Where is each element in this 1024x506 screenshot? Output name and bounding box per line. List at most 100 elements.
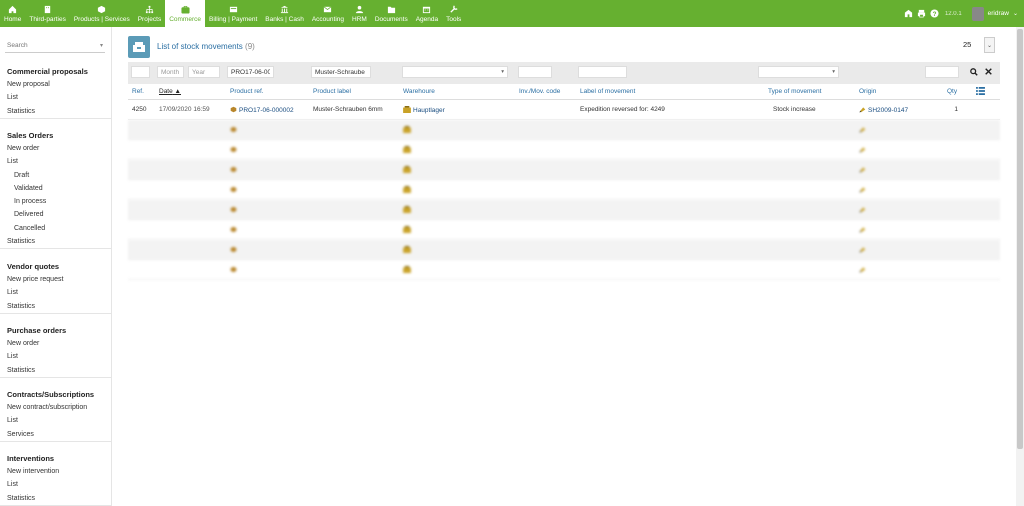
print-icon[interactable] bbox=[917, 9, 926, 18]
cell-warehouse[interactable] bbox=[403, 226, 413, 234]
menu-banks-cash[interactable]: Banks | Cash bbox=[261, 0, 308, 27]
menu-products-services[interactable]: Products | Services bbox=[70, 0, 134, 27]
sidebar-section-title[interactable]: Sales Orders bbox=[0, 129, 111, 142]
col-warehouse[interactable]: Warehoure bbox=[403, 88, 435, 95]
cell-product-ref[interactable] bbox=[230, 166, 239, 174]
filter-year[interactable] bbox=[188, 66, 220, 78]
company-icon[interactable] bbox=[904, 9, 913, 18]
menu-home[interactable]: Home bbox=[0, 0, 25, 27]
cell-origin[interactable] bbox=[859, 126, 868, 134]
col-date[interactable]: Date ▲ bbox=[159, 88, 181, 95]
cell-product-ref[interactable] bbox=[230, 226, 239, 234]
col-qty[interactable]: Qty bbox=[947, 88, 957, 95]
cell-product-ref[interactable]: PRO17-06-000002 bbox=[230, 106, 294, 114]
per-page-dropdown[interactable]: ⌄ bbox=[984, 37, 995, 53]
cell-warehouse[interactable] bbox=[403, 166, 413, 174]
cell-product-ref[interactable] bbox=[230, 146, 239, 154]
sidebar-item[interactable]: List bbox=[0, 478, 111, 491]
clear-filter-icon[interactable] bbox=[985, 68, 992, 75]
col-label[interactable]: Label of movement bbox=[580, 88, 635, 95]
sidebar-item[interactable]: New order bbox=[0, 142, 111, 155]
sidebar-item[interactable]: New order bbox=[0, 337, 111, 350]
scrollbar-thumb[interactable] bbox=[1017, 29, 1023, 449]
sidebar-item[interactable]: List bbox=[0, 414, 111, 427]
sidebar-item[interactable]: List bbox=[0, 155, 111, 168]
col-origin[interactable]: Origin bbox=[859, 88, 876, 95]
sidebar-item[interactable]: Draft bbox=[0, 169, 111, 182]
menu-commerce[interactable]: Commerce bbox=[165, 0, 205, 27]
cell-product-ref[interactable] bbox=[230, 246, 239, 254]
sidebar-section-title[interactable]: Interventions bbox=[0, 452, 111, 465]
search-icon[interactable] bbox=[970, 68, 978, 76]
sidebar-item[interactable]: Statistics bbox=[0, 105, 111, 118]
menu-documents[interactable]: Documents bbox=[371, 0, 412, 27]
cell-origin[interactable] bbox=[859, 246, 868, 254]
menu-agenda[interactable]: Agenda bbox=[412, 0, 442, 27]
help-icon[interactable]: ? bbox=[930, 9, 939, 18]
sidebar-item[interactable]: Validated bbox=[0, 182, 111, 195]
col-type[interactable]: Type of movement bbox=[768, 88, 821, 95]
page-scrollbar[interactable] bbox=[1016, 27, 1024, 506]
filter-inv-code[interactable] bbox=[518, 66, 552, 78]
sidebar-item[interactable]: New contract/subscription bbox=[0, 401, 111, 414]
sidebar-section-title[interactable]: Contracts/Subscriptions bbox=[0, 388, 111, 401]
filter-qty[interactable] bbox=[925, 66, 959, 78]
chevron-down-icon[interactable]: ⌄ bbox=[1013, 10, 1018, 17]
cell-origin[interactable]: SH2009-0147 bbox=[859, 106, 908, 114]
filter-product-label[interactable] bbox=[311, 66, 371, 78]
cell-warehouse[interactable] bbox=[403, 186, 413, 194]
filter-month[interactable] bbox=[157, 66, 184, 78]
sidebar-item[interactable]: New intervention bbox=[0, 465, 111, 478]
filter-ref[interactable] bbox=[131, 66, 150, 78]
sidebar-section-title[interactable]: Commercial proposals bbox=[0, 65, 111, 78]
menu-hrm[interactable]: HRM bbox=[348, 0, 371, 27]
col-inv-code[interactable]: Inv./Mov. code bbox=[519, 88, 560, 95]
sidebar-item[interactable]: New price request bbox=[0, 273, 111, 286]
filter-product-ref[interactable] bbox=[227, 66, 274, 78]
sidebar-item[interactable]: Cancelled bbox=[0, 222, 111, 235]
filter-warehouse[interactable]: ▾ bbox=[402, 66, 508, 78]
sidebar-item[interactable]: List bbox=[0, 350, 111, 363]
cell-origin[interactable] bbox=[859, 166, 868, 174]
sidebar-item[interactable]: Statistics bbox=[0, 492, 111, 505]
chevron-down-icon[interactable]: ▾ bbox=[100, 42, 103, 49]
cell-warehouse[interactable]: Hauptlager bbox=[403, 106, 445, 114]
menu-third-parties[interactable]: Third-parties bbox=[25, 0, 69, 27]
col-product-label[interactable]: Product label bbox=[313, 88, 351, 95]
avatar[interactable] bbox=[971, 6, 984, 21]
cell-origin[interactable] bbox=[859, 226, 868, 234]
sidebar-item[interactable]: Statistics bbox=[0, 235, 111, 248]
cell-product-ref[interactable] bbox=[230, 186, 239, 194]
sidebar-item[interactable]: Statistics bbox=[0, 364, 111, 377]
cell-warehouse[interactable] bbox=[403, 206, 413, 214]
cell-warehouse[interactable] bbox=[403, 146, 413, 154]
col-ref[interactable]: Ref. bbox=[132, 88, 144, 95]
cell-warehouse[interactable] bbox=[403, 126, 413, 134]
filter-movement-type[interactable]: ▾ bbox=[758, 66, 839, 78]
column-list-icon[interactable] bbox=[976, 87, 985, 97]
cell-product-ref[interactable] bbox=[230, 266, 239, 274]
sidebar-item[interactable]: New proposal bbox=[0, 78, 111, 91]
sidebar-item[interactable]: In process bbox=[0, 195, 111, 208]
menu-accounting[interactable]: Accounting bbox=[308, 0, 348, 27]
sidebar-item[interactable]: Services bbox=[0, 428, 111, 441]
col-product-ref[interactable]: Product ref. bbox=[230, 88, 264, 95]
menu-projects[interactable]: Projects bbox=[134, 0, 165, 27]
cell-origin[interactable] bbox=[859, 146, 868, 154]
cell-origin[interactable] bbox=[859, 206, 868, 214]
menu-billing-payment[interactable]: Billing | Payment bbox=[205, 0, 261, 27]
username-label[interactable]: eridraw bbox=[988, 10, 1009, 17]
cell-warehouse[interactable] bbox=[403, 266, 413, 274]
sidebar-search[interactable]: ▾ bbox=[5, 40, 105, 53]
cell-product-ref[interactable] bbox=[230, 126, 239, 134]
sidebar-item[interactable]: Statistics bbox=[0, 300, 111, 313]
sidebar-item[interactable]: Delivered bbox=[0, 208, 111, 221]
sidebar-section-title[interactable]: Vendor quotes bbox=[0, 260, 111, 273]
cell-warehouse[interactable] bbox=[403, 246, 413, 254]
cell-origin[interactable] bbox=[859, 186, 868, 194]
per-page-value[interactable]: 25 bbox=[963, 40, 971, 49]
search-input[interactable] bbox=[5, 40, 97, 51]
filter-label[interactable] bbox=[578, 66, 627, 78]
sidebar-item[interactable]: List bbox=[0, 91, 111, 104]
sidebar-section-title[interactable]: Purchase orders bbox=[0, 324, 111, 337]
